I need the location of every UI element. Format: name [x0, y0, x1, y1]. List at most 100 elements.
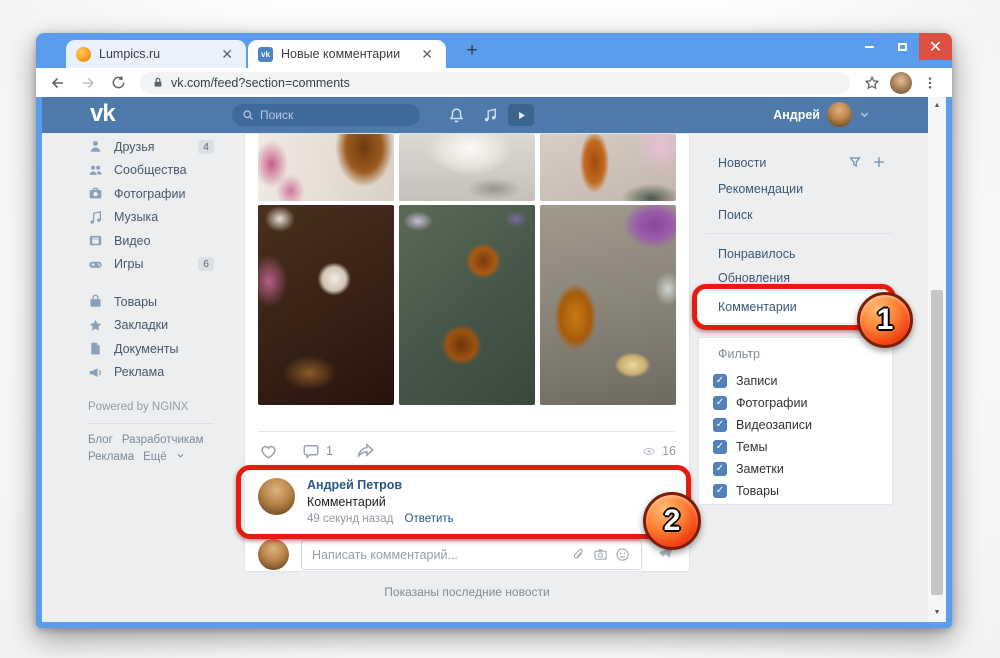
filter-funnel-icon[interactable]: [848, 155, 862, 169]
filter-option-notes[interactable]: ✓ Заметки: [713, 458, 784, 480]
comment-input[interactable]: [312, 547, 567, 562]
checkbox-checked-icon[interactable]: ✓: [713, 440, 727, 454]
right-menu-search[interactable]: Поиск: [705, 203, 893, 227]
checkbox-checked-icon[interactable]: ✓: [713, 462, 727, 476]
back-button[interactable]: [46, 71, 70, 95]
sidebar-divider: [88, 423, 214, 424]
attach-button[interactable]: [567, 545, 589, 565]
own-avatar: [258, 539, 289, 570]
photo-tea-glass-flowers[interactable]: [258, 134, 394, 201]
reload-icon: [112, 76, 124, 89]
eye-icon: [643, 447, 655, 455]
right-menu-liked[interactable]: Понравилось: [705, 242, 893, 266]
sidebar-item-games[interactable]: Игры 6: [88, 253, 214, 277]
chevron-down-icon: [860, 112, 869, 118]
sidebar-item-photos[interactable]: Фотографии: [88, 182, 214, 206]
filter-label: Товары: [736, 484, 779, 498]
sidebar-item-friends[interactable]: Друзья 4: [88, 135, 214, 159]
photo-two-tea-cups-herbs[interactable]: [399, 205, 535, 405]
footer-link-blog[interactable]: Блог: [88, 434, 113, 446]
footer-link-developers[interactable]: Разработчикам: [122, 434, 204, 446]
filter-card: Фильтр ✓ Записи ✓ Фотографии ✓ Видеозаписи …: [698, 337, 893, 505]
sidebar-item-video[interactable]: Видео: [88, 229, 214, 253]
checkbox-checked-icon[interactable]: ✓: [713, 484, 727, 498]
search-input[interactable]: [260, 108, 390, 122]
sidebar-item-market[interactable]: Товары: [88, 290, 214, 314]
left-sidebar: Друзья 4 Сообщества Фотографии Музыка Ви…: [88, 135, 214, 466]
address-bar[interactable]: vk.com/feed?section=comments: [140, 71, 850, 94]
video-button[interactable]: [508, 104, 534, 126]
tab-close-icon[interactable]: ✕: [218, 46, 236, 62]
browser-tab-lumpics[interactable]: Lumpics.ru ✕: [66, 40, 246, 68]
menu-label: Рекомендации: [718, 182, 804, 196]
photo-white-cup-saucer[interactable]: [399, 134, 535, 201]
scrollbar-thumb[interactable]: [931, 290, 943, 595]
menu-label: Обновления: [718, 271, 790, 285]
photo-honey-jar-lilac[interactable]: [540, 205, 676, 405]
checkbox-checked-icon[interactable]: ✓: [713, 374, 727, 388]
footer-link-more[interactable]: Ещё: [143, 451, 167, 463]
sidebar-item-ads[interactable]: Реклама: [88, 361, 214, 385]
notifications-button[interactable]: [446, 105, 466, 125]
footer-link-ads[interactable]: Реклама: [88, 451, 134, 463]
browser-tab-vk-comments[interactable]: Новые комментарии ✕: [248, 40, 446, 68]
close-button[interactable]: ✕: [919, 33, 952, 60]
checkbox-checked-icon[interactable]: ✓: [713, 396, 727, 410]
comment-input-box[interactable]: [301, 539, 642, 570]
post-action-bar: 1 16: [258, 436, 676, 466]
global-search[interactable]: [232, 104, 420, 126]
filter-option-photos[interactable]: ✓ Фотографии: [713, 392, 807, 414]
photo-turkish-tea-glass[interactable]: [540, 134, 676, 201]
browser-toolbar: vk.com/feed?section=comments: [36, 68, 952, 97]
window-controls: ✕: [853, 33, 952, 60]
right-menu-recommendations[interactable]: Рекомендации: [705, 177, 893, 201]
sidebar-item-label: Закладки: [114, 318, 169, 333]
post-photo-grid: [258, 134, 678, 409]
bookmark-star-button[interactable]: [860, 71, 884, 95]
vk-page: vk Андрей: [42, 97, 946, 622]
maximize-button[interactable]: [886, 33, 919, 60]
checkbox-checked-icon[interactable]: ✓: [713, 418, 727, 432]
filter-label: Записи: [736, 374, 778, 388]
minimize-button[interactable]: [853, 33, 886, 60]
share-button[interactable]: [355, 442, 376, 461]
browser-profile-avatar[interactable]: [890, 71, 912, 94]
comment-button[interactable]: 1: [301, 442, 333, 460]
new-tab-button[interactable]: +: [460, 39, 484, 63]
music-button[interactable]: [480, 105, 500, 125]
desktop-background: Lumpics.ru ✕ Новые комментарии ✕ + ✕: [0, 0, 1000, 658]
sidebar-item-communities[interactable]: Сообщества: [88, 159, 214, 183]
forward-icon: [83, 77, 95, 88]
photo-tea-tray-cookies[interactable]: [258, 205, 394, 405]
music-note-icon: [484, 108, 496, 122]
filter-option-videos[interactable]: ✓ Видеозаписи: [713, 414, 812, 436]
sidebar-item-label: Музыка: [114, 210, 159, 225]
vk-logo[interactable]: vk: [90, 100, 116, 128]
add-source-icon[interactable]: [872, 155, 886, 169]
sidebar-item-documents[interactable]: Документы: [88, 337, 214, 361]
scroll-up-icon[interactable]: ▲: [928, 99, 946, 113]
lock-icon: [154, 77, 162, 87]
tab-title: Новые комментарии: [281, 47, 401, 61]
sidebar-item-music[interactable]: Музыка: [88, 206, 214, 230]
forward-button[interactable]: [76, 71, 100, 95]
sidebar-item-bookmarks[interactable]: Закладки: [88, 314, 214, 338]
scroll-down-icon[interactable]: ▼: [928, 606, 946, 620]
close-icon: ✕: [928, 38, 943, 56]
browser-menu-button[interactable]: [918, 71, 942, 95]
communities-icon: [89, 165, 102, 175]
reload-button[interactable]: [106, 71, 130, 95]
filter-option-posts[interactable]: ✓ Записи: [713, 370, 778, 392]
profile-menu[interactable]: Андрей: [773, 102, 870, 127]
filter-label: Видеозаписи: [736, 418, 813, 432]
photo-attach-button[interactable]: [589, 545, 611, 565]
filter-option-goods[interactable]: ✓ Товары: [713, 480, 779, 502]
tab-close-icon[interactable]: ✕: [418, 46, 436, 62]
filter-option-topics[interactable]: ✓ Темы: [713, 436, 767, 458]
kebab-menu-icon: [928, 76, 932, 89]
post-divider: [258, 431, 676, 432]
emoji-button[interactable]: [611, 545, 633, 565]
like-button[interactable]: [258, 442, 279, 461]
music-icon: [90, 210, 102, 224]
page-scrollbar[interactable]: ▲ ▼: [928, 97, 946, 622]
